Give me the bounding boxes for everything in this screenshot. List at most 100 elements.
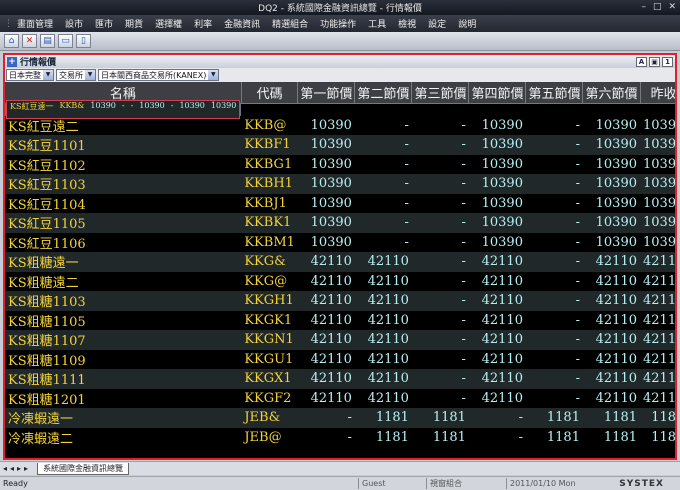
cell-price: 42110 — [582, 291, 640, 311]
table-row[interactable]: KS粗糖1201KKGF24211042110-42110-4211042110 — [5, 388, 675, 408]
table-row[interactable]: KS粗糖遠一KKG&4211042110-42110-4211042110 — [5, 252, 675, 272]
edit-button[interactable]: ▣ — [649, 56, 660, 67]
cell-price: 1181 — [411, 427, 469, 447]
cell-price: - — [525, 232, 583, 252]
cell-price: 42110 — [582, 330, 640, 350]
cell-name: KS粗糖1103 — [5, 291, 242, 311]
page-button[interactable]: 1 — [662, 56, 673, 67]
col-header[interactable]: 第五節價 — [525, 82, 584, 104]
table-row[interactable]: KS粗糖遠二KKG@4211042110-42110-4211042110 — [5, 271, 675, 291]
toolbar: ⌂ ✕ ▤ ▭ ▯ — [0, 32, 680, 51]
cell-price: 10390 — [468, 154, 526, 174]
table-row[interactable]: KS紅豆遠一 KKB& 10390- -10390-10390 10390 — [5, 99, 242, 120]
category-select[interactable]: 交易所 ▼ — [56, 69, 96, 81]
cell-price: - — [297, 427, 355, 447]
col-header[interactable]: 第六節價 — [582, 82, 641, 104]
close-window-icon[interactable]: ✕ — [22, 34, 37, 48]
table-row[interactable]: KS紅豆1101KKBF110390--10390-1039010390 — [5, 135, 675, 155]
maximize-icon[interactable]: □ — [653, 2, 662, 12]
menu-item[interactable]: 精選組合 — [272, 17, 308, 30]
cell-price: 42110 — [582, 310, 640, 330]
tile-horizontal-icon[interactable]: ▭ — [58, 34, 73, 48]
cell-code: KKBK1 — [241, 213, 298, 233]
cell-price: 1181 — [582, 427, 640, 447]
menu-item[interactable]: 設市 — [65, 17, 83, 30]
cell-price: - — [525, 388, 583, 408]
cell-price: 10390 — [640, 213, 675, 233]
col-header[interactable]: 昨收 — [640, 82, 675, 104]
tab-overview[interactable]: 系統國際金融資訊總覽 — [37, 462, 130, 475]
menu-item[interactable]: 期貨 — [125, 17, 143, 30]
cell-price: 42110 — [640, 349, 675, 369]
cell-price: - — [167, 99, 177, 120]
menu-item[interactable]: 選擇權 — [155, 17, 182, 30]
cell-price: 42110 — [354, 369, 412, 389]
menu-item[interactable]: 匯市 — [95, 17, 113, 30]
cell-code: JEB@ — [241, 427, 298, 447]
cell-price: 42110 — [582, 271, 640, 291]
brand-logo: SYSTEX — [619, 478, 664, 489]
menu-item[interactable]: 工具 — [368, 17, 386, 30]
cell-price: - — [411, 271, 469, 291]
cell-price: - — [411, 193, 469, 213]
table-row[interactable]: KS粗糖1111KKGX14211042110-42110-4211042110 — [5, 369, 675, 389]
col-header[interactable]: 第四節價 — [468, 82, 527, 104]
table-row[interactable]: KS紅豆1102KKBG110390--10390-1039010390 — [5, 154, 675, 174]
cell-price: 42110 — [354, 291, 412, 311]
menu-item[interactable]: 功能操作 — [320, 17, 356, 30]
table-row[interactable]: 冷凍蝦遠二JEB@-11811181-118111811181 — [5, 427, 675, 447]
cell-price: - — [411, 154, 469, 174]
table-row[interactable]: 冷凍蝦遠一JEB&-11811181-118111811181 — [5, 408, 675, 428]
cell-price: 1181 — [582, 408, 640, 428]
exchange-select[interactable]: 日本關西商品交易所(KANEX) ▼ — [98, 69, 220, 81]
layout-icon[interactable]: ▤ — [40, 34, 55, 48]
cell-price: 42110 — [354, 388, 412, 408]
cell-name: KS紅豆1105 — [5, 213, 242, 233]
menu-item[interactable]: 金融資訊 — [224, 17, 260, 30]
market-select[interactable]: 日本完整 ▼ — [6, 69, 54, 81]
table-row[interactable]: KS粗糖1107KKGN14211042110-42110-4211042110 — [5, 330, 675, 350]
table-row[interactable]: KS粗糖1109KKGU14211042110-42110-4211042110 — [5, 349, 675, 369]
quote-grid[interactable]: 名稱 代碼 第一節價 第二節價 第三節價 第四節價 第五節價 第六節價 昨收 K… — [5, 82, 675, 458]
col-header[interactable]: 代碼 — [241, 82, 299, 104]
tile-vertical-icon[interactable]: ▯ — [76, 34, 91, 48]
cell-price: 42110 — [582, 349, 640, 369]
cell-price: - — [525, 193, 583, 213]
cell-price: - — [525, 291, 583, 311]
menu-item[interactable]: 設定 — [428, 17, 446, 30]
status-bar: Ready Guest 視窗組合 2011/01/10 Mon 11:54:06… — [0, 476, 680, 490]
table-row[interactable]: KS紅豆1103KKBH110390--10390-1039010390 — [5, 174, 675, 194]
table-row[interactable]: KS紅豆1104KKBJ110390--10390-1039010390 — [5, 193, 675, 213]
menu-item[interactable]: 利率 — [194, 17, 212, 30]
chevron-down-icon[interactable]: ▼ — [208, 70, 219, 80]
plus-icon[interactable]: + — [7, 56, 17, 67]
col-header[interactable]: 第一節價 — [297, 82, 356, 104]
table-row[interactable]: KS粗糖1105KKGK14211042110-42110-4211042110 — [5, 310, 675, 330]
cell-price: - — [525, 174, 583, 194]
table-row[interactable]: KS紅豆1106KKBM110390--10390-1039010390 — [5, 232, 675, 252]
cell-price: - — [525, 271, 583, 291]
table-row[interactable]: KS粗糖1103KKGH14211042110-42110-4211042110 — [5, 291, 675, 311]
cell-price: 10390 — [468, 135, 526, 155]
cell-price: 10390 — [297, 174, 355, 194]
close-icon[interactable]: ✕ — [668, 2, 676, 12]
menu-item[interactable]: 畫面管理 — [17, 17, 53, 30]
tab-nav-icon[interactable]: ◂◂▸▸ — [3, 464, 31, 473]
menu-item[interactable]: 檢視 — [398, 17, 416, 30]
cell-code: KKBJ1 — [241, 193, 298, 213]
minimize-icon[interactable]: – — [641, 2, 646, 12]
font-button[interactable]: A — [636, 56, 647, 67]
table-row[interactable]: KS紅豆1105KKBK110390--10390-1039010390 — [5, 213, 675, 233]
cell-price: 42110 — [468, 271, 526, 291]
cell-price: 10390 — [582, 115, 640, 135]
cell-name: KS粗糖1109 — [5, 349, 242, 369]
chevron-down-icon[interactable]: ▼ — [43, 70, 53, 80]
cell-price: - — [468, 408, 526, 428]
cell-price: 42110 — [354, 310, 412, 330]
col-header[interactable]: 第三節價 — [411, 82, 470, 104]
home-icon[interactable]: ⌂ — [4, 34, 19, 48]
menu-item[interactable]: 說明 — [458, 17, 476, 30]
cell-price: - — [411, 291, 469, 311]
col-header[interactable]: 第二節價 — [354, 82, 413, 104]
chevron-down-icon[interactable]: ▼ — [85, 70, 95, 80]
